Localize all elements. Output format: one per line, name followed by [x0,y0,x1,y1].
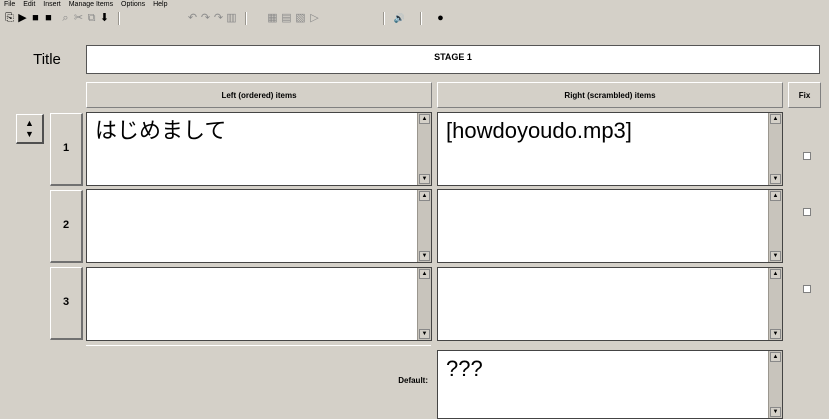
grid-play-icon[interactable]: ▷ [308,11,321,25]
scrollbar[interactable]: ▲ ▼ [768,113,782,185]
menu-help[interactable]: Help [153,0,167,10]
paste-icon[interactable]: ▥ [225,11,238,25]
grid-paste-icon[interactable]: ▧ [294,11,307,25]
scroll-up-icon[interactable]: ▲ [770,352,781,362]
arrow-up-icon: ▲ [25,118,34,128]
scroll-down-icon[interactable]: ▼ [419,174,430,184]
cut-icon[interactable]: ✂ [72,11,85,25]
scroll-up-icon[interactable]: ▲ [770,269,781,279]
sound-icon[interactable]: 🔊 [393,11,406,25]
redo-icon[interactable]: ↷ [199,11,212,25]
right-items-header: Right (scrambled) items [437,82,783,108]
toolbar-separator [245,12,247,25]
grid-copy-icon[interactable]: ▤ [280,11,293,25]
row-number-2[interactable]: 2 [50,190,83,263]
menu-manage-items[interactable]: Manage Items [69,0,113,10]
save-icon[interactable]: ■ [29,11,42,25]
scrollbar[interactable]: ▲ ▼ [768,190,782,262]
scrollbar[interactable]: ▲ ▼ [768,268,782,340]
scroll-down-icon[interactable]: ▼ [419,251,430,261]
menu-bar: File Edit Insert Manage Items Options He… [0,0,829,10]
fix-checkbox-2[interactable] [803,208,811,216]
left-item-cell-2[interactable]: ▲ ▼ [86,189,432,263]
menu-edit[interactable]: Edit [23,0,35,10]
right-item-cell-2[interactable]: ▲ ▼ [437,189,783,263]
scroll-up-icon[interactable]: ▲ [419,114,430,124]
scroll-down-icon[interactable]: ▼ [770,251,781,261]
toolbar-separator [383,12,385,25]
title-label: Title [33,51,61,68]
right-item-cell-3[interactable]: ▲ ▼ [437,267,783,341]
menu-insert[interactable]: Insert [43,0,61,10]
scrollbar[interactable]: ▲ ▼ [417,268,431,340]
default-label: Default: [398,376,428,385]
divider [86,345,431,346]
undo-icon[interactable]: ↶ [186,11,199,25]
left-item-cell-1[interactable]: はじめまして ▲ ▼ [86,112,432,186]
toolbar: ⎘ ▶ ■ ■ ⌕ ✂ ⧉ ⬇ ↶ ↷ ↷ ▥ ▦ ▤ ▧ ▷ 🔊 ● [0,10,829,28]
grid-icon[interactable]: ▦ [266,11,279,25]
scroll-down-icon[interactable]: ▼ [770,329,781,339]
redo-all-icon[interactable]: ↷ [212,11,225,25]
copy-icon[interactable]: ⧉ [85,11,98,25]
row-number-3[interactable]: 3 [50,267,83,340]
scroll-up-icon[interactable]: ▲ [770,191,781,201]
left-item-text: はじめまして [95,118,227,143]
title-field[interactable]: STAGE 1 [86,45,820,74]
row-number-1[interactable]: 1 [50,113,83,186]
download-icon[interactable]: ⬇ [98,11,111,25]
save-as-icon[interactable]: ■ [42,11,55,25]
search-icon[interactable]: ⌕ [59,11,72,25]
default-item-cell[interactable]: ??? ▲ ▼ [437,350,783,419]
arrow-down-icon: ▼ [25,129,34,139]
menu-file[interactable]: File [4,0,15,10]
right-item-cell-1[interactable]: [howdoyoudo.mp3] ▲ ▼ [437,112,783,186]
fix-checkbox-3[interactable] [803,285,811,293]
reorder-button[interactable]: ▲ ▼ [16,114,44,144]
toolbar-separator [420,12,422,25]
scroll-up-icon[interactable]: ▲ [419,191,430,201]
right-item-text: [howdoyoudo.mp3] [446,118,632,143]
default-item-text: ??? [446,356,483,381]
scroll-up-icon[interactable]: ▲ [419,269,430,279]
scroll-up-icon[interactable]: ▲ [770,114,781,124]
scroll-down-icon[interactable]: ▼ [770,174,781,184]
new-file-icon[interactable]: ⎘ [3,11,16,25]
scrollbar[interactable]: ▲ ▼ [768,351,782,418]
scroll-down-icon[interactable]: ▼ [419,329,430,339]
scroll-down-icon[interactable]: ▼ [770,407,781,417]
fix-header: Fix [788,82,821,108]
left-items-header: Left (ordered) items [86,82,432,108]
left-item-cell-3[interactable]: ▲ ▼ [86,267,432,341]
toolbar-separator [118,12,120,25]
menu-options[interactable]: Options [121,0,145,10]
fix-checkbox-1[interactable] [803,152,811,160]
open-folder-icon[interactable]: ▶ [16,11,29,25]
record-icon[interactable]: ● [434,11,447,25]
scrollbar[interactable]: ▲ ▼ [417,113,431,185]
scrollbar[interactable]: ▲ ▼ [417,190,431,262]
